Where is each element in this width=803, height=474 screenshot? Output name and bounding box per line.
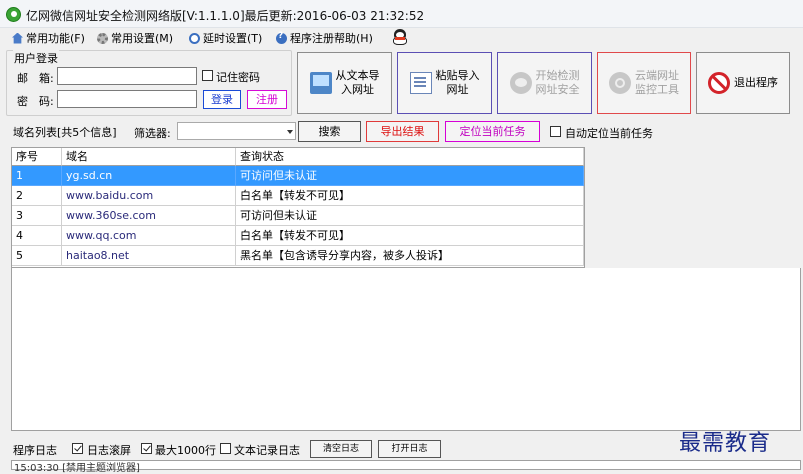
exit-program-button[interactable]: 退出程序	[696, 52, 790, 114]
row-index: 2	[12, 186, 62, 206]
cloud-monitor-button[interactable]: 云端网址 监控工具	[597, 52, 691, 114]
column-header-index[interactable]: 序号	[12, 148, 62, 166]
log-line: 15:03:30 [禁用主题浏览器]	[14, 463, 140, 474]
log-scroll-checkbox[interactable]	[72, 443, 83, 454]
locate-current-task-button[interactable]: 定位当前任务	[445, 121, 540, 142]
import-from-text-label: 从文本导 入网址	[335, 69, 380, 96]
table-empty-area[interactable]	[11, 268, 801, 431]
filter-combobox[interactable]	[177, 122, 296, 140]
stop-icon	[708, 72, 730, 94]
program-log-label: 程序日志	[13, 444, 57, 457]
text-log-label: 文本记录日志	[234, 444, 300, 457]
row-domain: yg.sd.cn	[62, 166, 236, 186]
filter-label: 筛选器:	[134, 127, 171, 140]
menu-delay-settings[interactable]: 延时设置(T)	[189, 30, 262, 46]
qq-penguin-icon[interactable]	[392, 29, 408, 46]
title-bar: 亿网微信网址安全检测网络版[V:1.1.1.0]最后更新:2016-06-03 …	[0, 0, 803, 28]
table-row[interactable]: 1 yg.sd.cn 可访问但未认证	[12, 166, 584, 186]
gear-icon	[97, 32, 108, 44]
table-row[interactable]: 5 haitao8.net 黑名单【包含诱导分享内容，被多人投诉】	[12, 246, 584, 266]
clear-log-button[interactable]: 清空日志	[310, 440, 372, 458]
menu-label: 常用功能(F)	[26, 32, 85, 45]
menu-label: 延时设置(T)	[203, 32, 263, 45]
register-button[interactable]: 注册	[247, 90, 287, 109]
menu-label: 程序注册帮助(H)	[290, 32, 373, 45]
app-logo-icon	[6, 7, 21, 22]
open-log-button[interactable]: 打开日志	[378, 440, 441, 458]
export-results-button[interactable]: 导出结果	[366, 121, 439, 142]
help-icon	[276, 31, 287, 44]
import-from-text-button[interactable]: 从文本导 入网址	[297, 52, 392, 114]
log-scroll-label: 日志滚屏	[87, 444, 131, 457]
login-button[interactable]: 登录	[203, 90, 241, 109]
paste-import-button[interactable]: 粘贴导入 网址	[397, 52, 492, 114]
paste-import-label: 粘贴导入 网址	[435, 69, 480, 96]
auto-locate-checkbox[interactable]	[550, 126, 561, 137]
row-domain: www.qq.com	[62, 226, 236, 246]
start-check-label: 开始检测 网址安全	[535, 69, 580, 96]
row-status: 可访问但未认证	[236, 166, 584, 186]
column-header-status[interactable]: 查询状态	[236, 148, 584, 166]
search-button[interactable]: 搜索	[298, 121, 361, 142]
email-field[interactable]	[57, 67, 197, 85]
row-status: 黑名单【包含诱导分享内容，被多人投诉】	[236, 246, 584, 266]
row-index: 5	[12, 246, 62, 266]
row-status: 白名单【转发不可见】	[236, 186, 584, 206]
email-label: 邮 箱:	[17, 72, 54, 85]
row-domain: haitao8.net	[62, 246, 236, 266]
cloud-monitor-label: 云端网址 监控工具	[635, 69, 679, 96]
remember-password-checkbox[interactable]	[202, 70, 213, 81]
max-lines-label: 最大1000行	[155, 444, 216, 457]
document-icon	[409, 72, 432, 94]
row-domain: www.baidu.com	[62, 186, 236, 206]
column-header-domain[interactable]: 域名	[62, 148, 236, 166]
chevron-down-icon	[287, 130, 293, 134]
password-label: 密 码:	[17, 95, 54, 108]
menu-common-functions[interactable]: 常用功能(F)	[12, 30, 85, 46]
menu-register-help[interactable]: 程序注册帮助(H)	[276, 30, 373, 46]
remember-password-label: 记住密码	[216, 71, 260, 84]
computer-icon	[309, 72, 332, 94]
row-status: 可访问但未认证	[236, 206, 584, 226]
cloud-monitor-icon	[609, 72, 631, 94]
start-check-button[interactable]: 开始检测 网址安全	[497, 52, 592, 114]
domain-table[interactable]: 序号 域名 查询状态 1 yg.sd.cn 可访问但未认证 2 www.baid…	[11, 147, 585, 268]
exit-program-label: 退出程序	[734, 76, 778, 89]
auto-locate-label: 自动定位当前任务	[565, 127, 653, 140]
row-index: 3	[12, 206, 62, 226]
table-row[interactable]: 4 www.qq.com 白名单【转发不可见】	[12, 226, 584, 246]
table-row[interactable]: 2 www.baidu.com 白名单【转发不可见】	[12, 186, 584, 206]
watermark: 最需教育	[679, 431, 772, 456]
row-index: 1	[12, 166, 62, 186]
table-row[interactable]: 3 www.360se.com 可访问但未认证	[12, 206, 584, 226]
login-group-title: 用户登录	[13, 50, 59, 66]
domain-list-label: 域名列表[共5个信息]	[13, 126, 117, 139]
clock-icon	[189, 32, 200, 44]
menu-common-settings[interactable]: 常用设置(M)	[97, 30, 173, 46]
home-icon	[12, 32, 23, 44]
password-field[interactable]	[57, 90, 197, 108]
max-lines-checkbox[interactable]	[141, 443, 152, 454]
window-title: 亿网微信网址安全检测网络版[V:1.1.1.0]最后更新:2016-06-03 …	[26, 9, 425, 23]
row-status: 白名单【转发不可见】	[236, 226, 584, 246]
menu-label: 常用设置(M)	[111, 32, 174, 45]
wechat-icon	[509, 72, 532, 94]
row-domain: www.360se.com	[62, 206, 236, 226]
text-log-checkbox[interactable]	[220, 443, 231, 454]
row-index: 4	[12, 226, 62, 246]
